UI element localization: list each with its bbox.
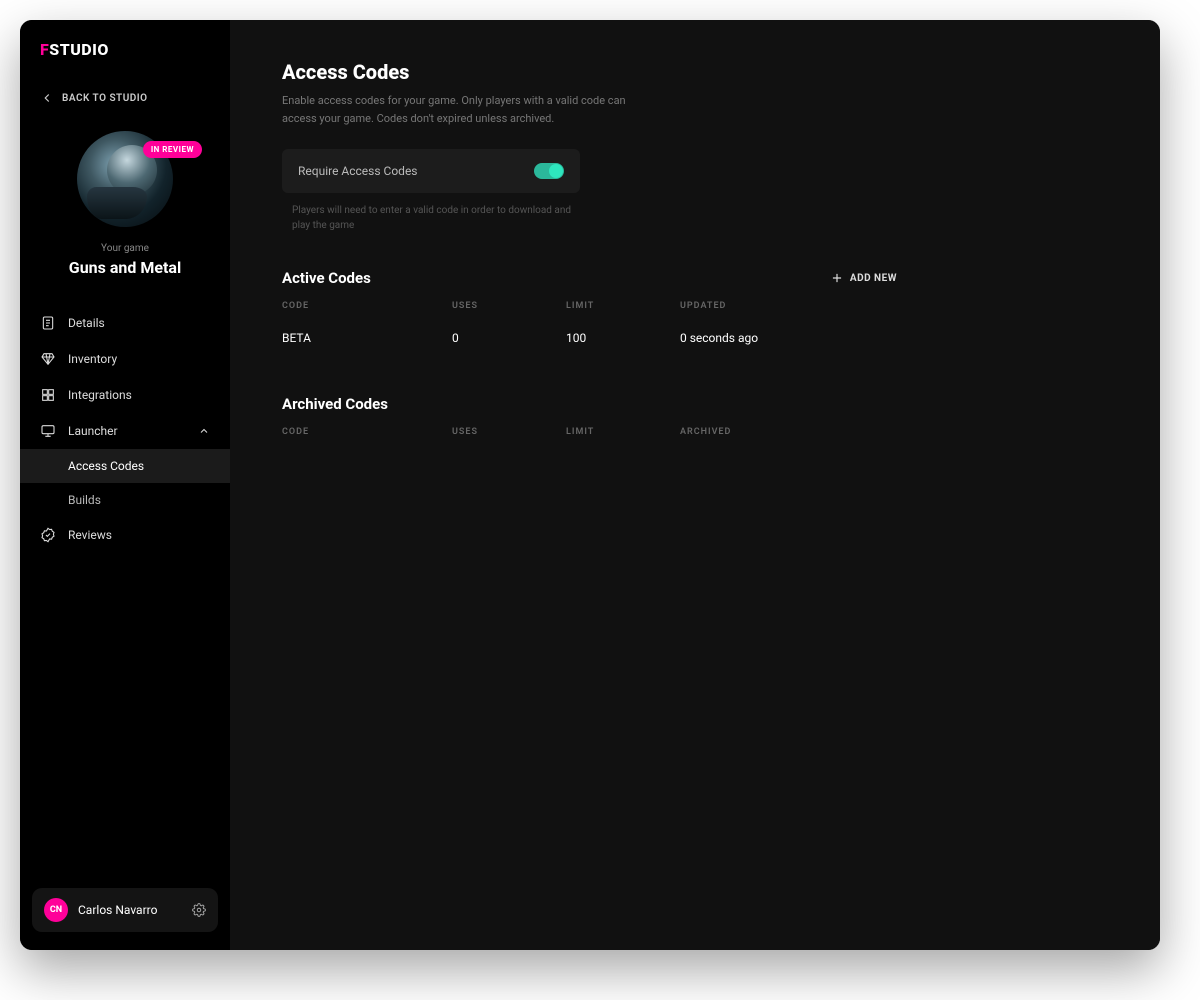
avatar: CN	[44, 898, 68, 922]
cell-uses: 0	[452, 321, 566, 355]
page-title: Access Codes	[282, 60, 1108, 84]
add-new-label: ADD NEW	[850, 273, 897, 284]
badge-check-icon	[40, 527, 56, 543]
sidebar-item-details[interactable]: Details	[20, 305, 230, 341]
plus-icon	[830, 271, 844, 285]
gear-icon	[192, 903, 206, 917]
sidebar-item-reviews[interactable]: Reviews	[20, 517, 230, 553]
toggle-label: Require Access Codes	[298, 164, 418, 178]
sidebar-item-label: Details	[68, 316, 105, 330]
sidebar-item-label: Launcher	[68, 424, 118, 438]
user-name: Carlos Navarro	[78, 903, 182, 917]
col-code: CODE	[282, 301, 452, 321]
table-row[interactable]: BETA 0 100 0 seconds ago	[282, 321, 897, 355]
page-description: Enable access codes for your game. Only …	[282, 92, 662, 127]
back-to-studio-button[interactable]: BACK TO STUDIO	[20, 91, 230, 105]
active-codes-heading: Active Codes	[282, 269, 371, 287]
monitor-icon	[40, 423, 56, 439]
col-uses: USES	[452, 301, 566, 321]
game-title: Guns and Metal	[69, 258, 181, 277]
grid-icon	[40, 387, 56, 403]
logo-rest: STUDIO	[49, 40, 109, 59]
add-new-button[interactable]: ADD NEW	[830, 271, 897, 285]
status-badge: IN REVIEW	[143, 141, 202, 158]
document-icon	[40, 315, 56, 331]
require-access-codes-toggle[interactable]	[534, 163, 564, 179]
sidebar-item-label: Builds	[68, 493, 101, 507]
sidebar-subitem-builds[interactable]: Builds	[20, 483, 230, 517]
sidebar-item-inventory[interactable]: Inventory	[20, 341, 230, 377]
archived-codes-heading: Archived Codes	[282, 395, 388, 413]
sidebar-subitem-access-codes[interactable]: Access Codes	[20, 449, 230, 483]
col-uses: USES	[452, 427, 566, 447]
logo-prefix: F	[40, 40, 49, 59]
cell-code: BETA	[282, 321, 452, 355]
col-limit: LIMIT	[566, 427, 680, 447]
user-menu[interactable]: CN Carlos Navarro	[32, 888, 218, 932]
chevron-up-icon	[198, 425, 210, 437]
active-codes-table: CODE USES LIMIT UPDATED BETA 0 100 0 sec…	[282, 301, 897, 355]
sidebar-item-label: Access Codes	[68, 459, 144, 473]
archived-codes-table: CODE USES LIMIT ARCHIVED	[282, 427, 897, 447]
arrow-left-icon	[40, 91, 54, 105]
col-code: CODE	[282, 427, 452, 447]
cell-limit: 100	[566, 321, 680, 355]
sidebar-item-launcher[interactable]: Launcher	[20, 413, 230, 449]
col-archived: ARCHIVED	[680, 427, 897, 447]
col-limit: LIMIT	[566, 301, 680, 321]
diamond-icon	[40, 351, 56, 367]
require-access-codes-card: Require Access Codes	[282, 149, 580, 193]
cell-updated: 0 seconds ago	[680, 321, 897, 355]
back-label: BACK TO STUDIO	[62, 93, 148, 104]
sidebar-item-label: Inventory	[68, 352, 117, 366]
sidebar-item-label: Reviews	[68, 528, 112, 542]
toggle-help-text: Players will need to enter a valid code …	[282, 203, 572, 233]
your-game-label: Your game	[101, 243, 149, 254]
brand-logo: FSTUDIO	[20, 40, 230, 59]
sidebar-item-label: Integrations	[68, 388, 132, 402]
sidebar-item-integrations[interactable]: Integrations	[20, 377, 230, 413]
col-updated: UPDATED	[680, 301, 897, 321]
